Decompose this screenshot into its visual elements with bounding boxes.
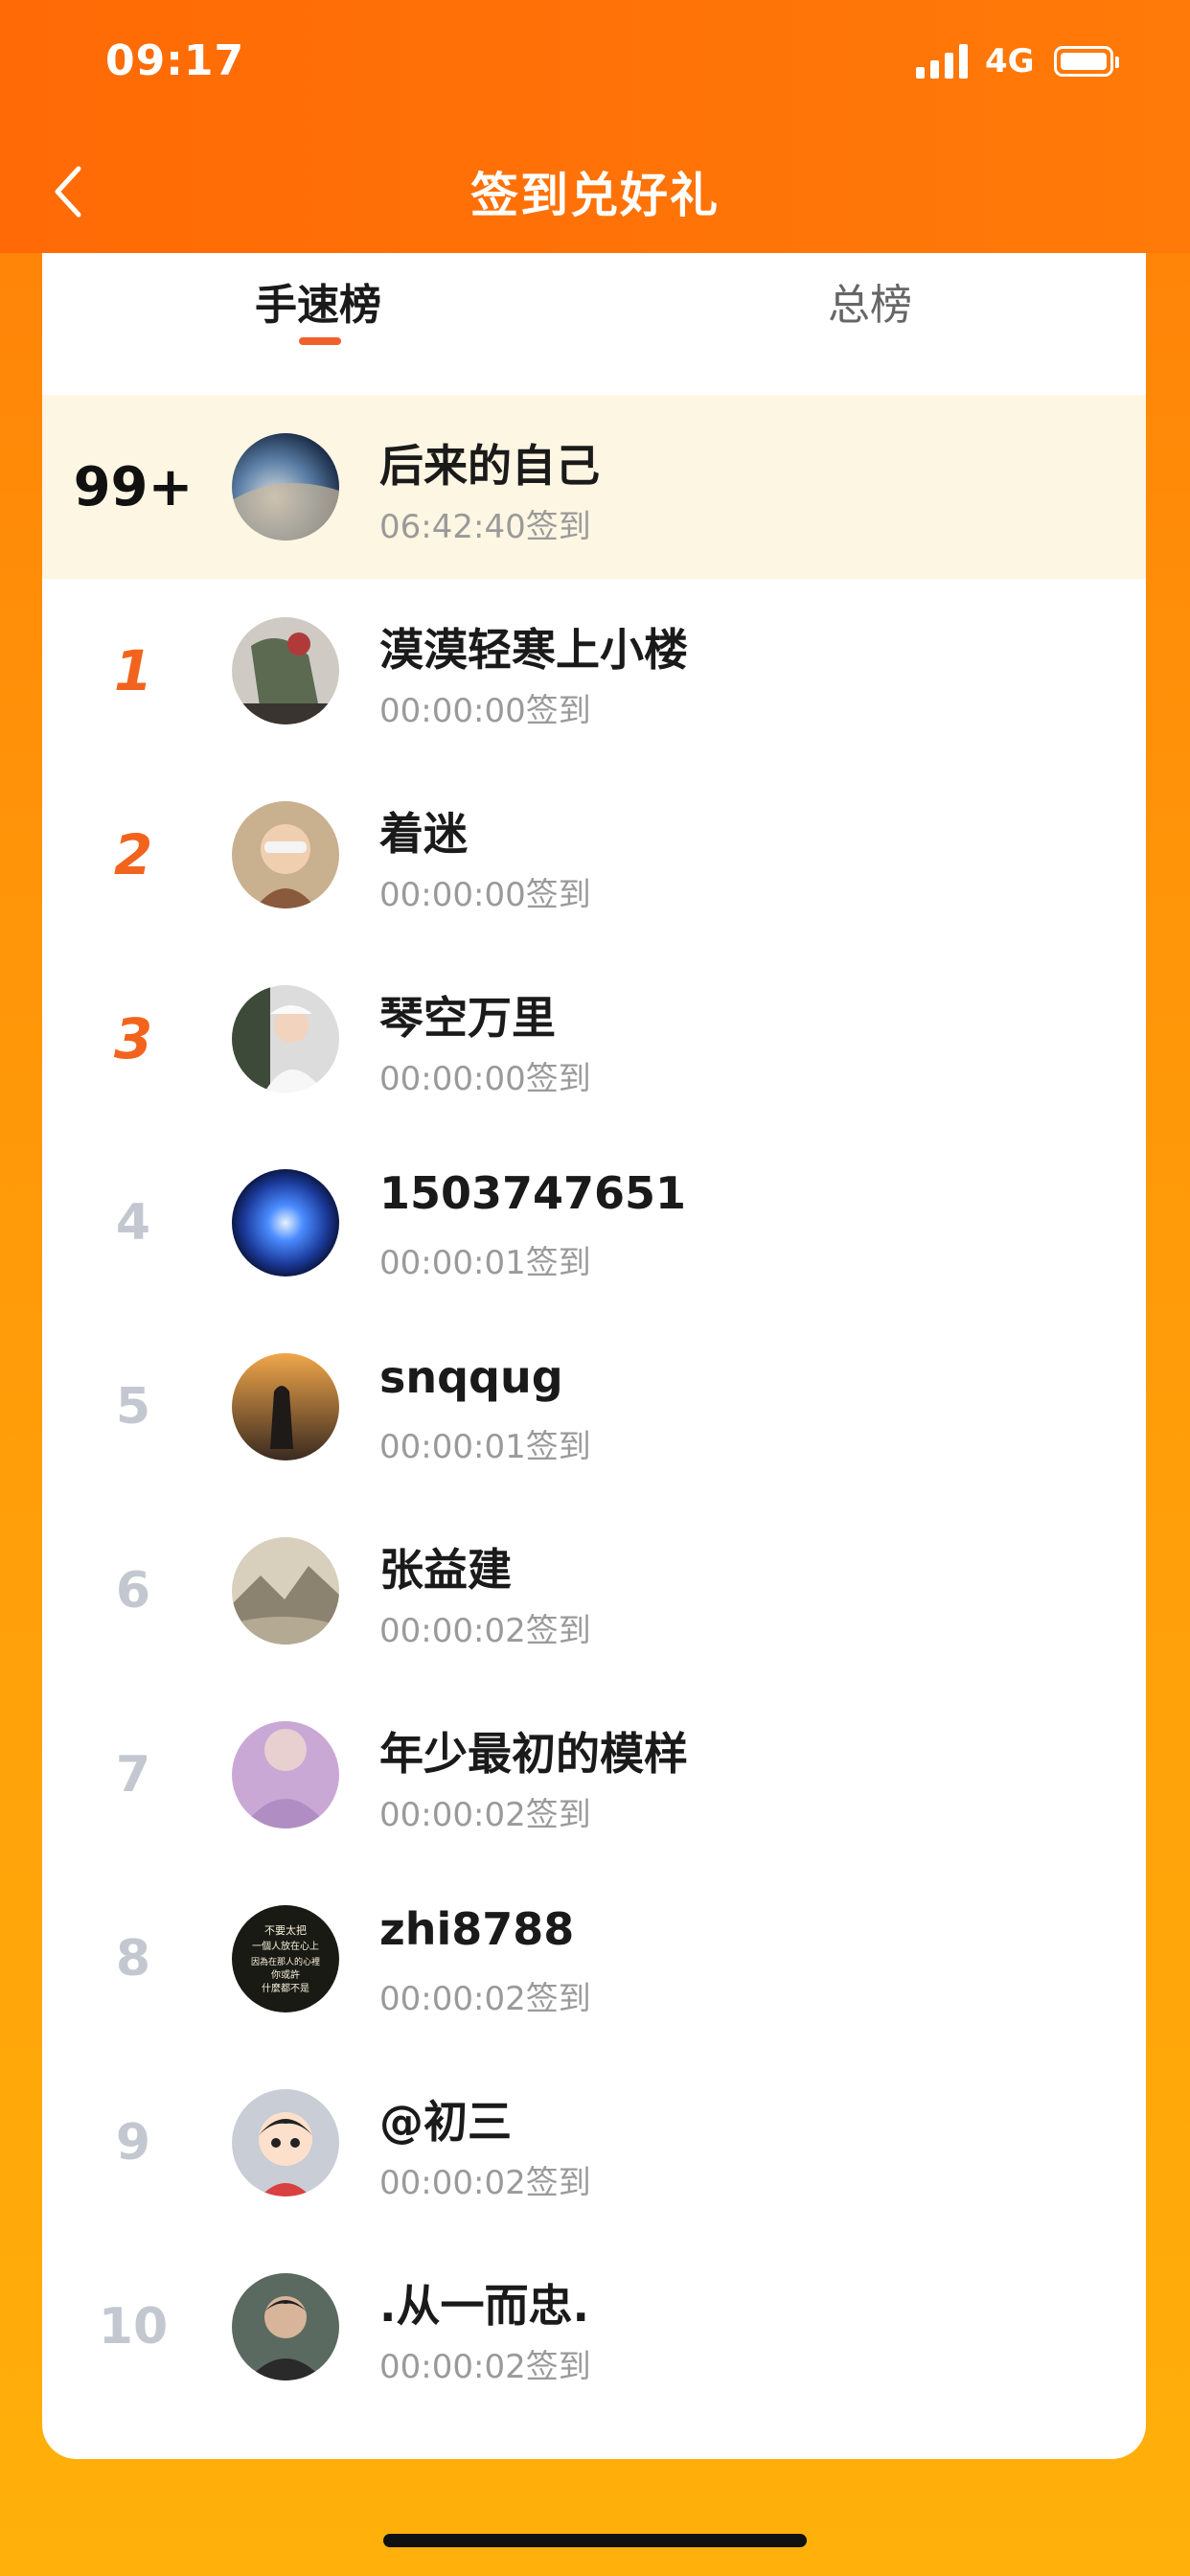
- user-name: @初三: [379, 2096, 512, 2148]
- signin-time: 00:00:02签到: [379, 2164, 591, 2202]
- avatar: [232, 2273, 339, 2380]
- home-indicator: [383, 2534, 807, 2547]
- tab-bar: 手速榜 总榜: [42, 253, 1146, 397]
- rank-number: 4: [115, 1194, 151, 1252]
- my-rank-row[interactable]: 99+ 后来的自己 06:42:40签到: [42, 395, 1146, 579]
- avatar: [232, 433, 339, 540]
- user-name: 琴空万里: [379, 992, 556, 1044]
- user-name: snqqug: [379, 1351, 563, 1403]
- rank-number: 5: [115, 1378, 151, 1436]
- signin-time: 00:00:01签到: [379, 1428, 591, 1466]
- avatar: [232, 1721, 339, 1828]
- list-item[interactable]: 6 张益建 00:00:02签到: [42, 1499, 1146, 1683]
- list-item[interactable]: 4 1503747651 00:00:01签到: [42, 1131, 1146, 1315]
- navigation-bar: 签到兑好礼: [0, 144, 1190, 240]
- active-tab-indicator: [299, 337, 341, 345]
- rank-number: 6: [115, 1562, 151, 1620]
- list-item[interactable]: 8 不要太把 一個人放在心上 因為在那人的心裡 你或許 什麼都不是 zhi878…: [42, 1867, 1146, 2051]
- tab-overall-ranking[interactable]: 总榜: [726, 270, 1014, 332]
- page-title: 签到兑好礼: [470, 168, 720, 223]
- battery-icon: [1054, 46, 1119, 77]
- avatar-text-line: 因為在那人的心裡: [251, 1956, 320, 1967]
- signin-time: 06:42:40签到: [379, 508, 591, 546]
- signin-time: 00:00:02签到: [379, 1796, 591, 1834]
- rank-number: 3: [113, 1006, 153, 1071]
- rank-number: 9: [115, 2114, 151, 2172]
- rank-number: 2: [113, 822, 153, 887]
- rank-number: 7: [115, 1746, 151, 1804]
- leaderboard-card: 手速榜 总榜 99+ 后来的自己 06:42:40签到 1 漠漠轻寒上小楼 00…: [42, 253, 1146, 2459]
- avatar: [232, 985, 339, 1092]
- avatar: [232, 801, 339, 908]
- network-type: 4G: [985, 42, 1035, 80]
- avatar: [232, 617, 339, 724]
- signin-time: 00:00:00签到: [379, 1060, 591, 1098]
- rank-number: 1: [113, 638, 153, 703]
- avatar: [232, 1537, 339, 1644]
- avatar: 不要太把 一個人放在心上 因為在那人的心裡 你或許 什麼都不是: [232, 1905, 339, 2012]
- avatar-text-line: 不要太把: [264, 1923, 307, 1937]
- user-name: 后来的自己: [379, 440, 600, 492]
- avatar: [232, 1353, 339, 1460]
- header-bar: 09:17 4G 签到兑好礼: [0, 0, 1190, 253]
- list-item[interactable]: 9 @初三 00:00:02签到: [42, 2051, 1146, 2235]
- list-item[interactable]: 7 年少最初的模样 00:00:02签到: [42, 1683, 1146, 1867]
- user-name: zhi8788: [379, 1903, 575, 1955]
- tab-speed-ranking[interactable]: 手速榜: [174, 270, 462, 332]
- signin-time: 00:00:00签到: [379, 692, 591, 730]
- avatar: [232, 2089, 339, 2196]
- list-item[interactable]: 3 琴空万里 00:00:00签到: [42, 947, 1146, 1131]
- signin-time: 00:00:02签到: [379, 1612, 591, 1650]
- status-bar: 09:17 4G: [0, 0, 1190, 134]
- list-item[interactable]: 10 .从一而忠. 00:00:02签到: [42, 2235, 1146, 2419]
- user-name: 着迷: [379, 808, 468, 860]
- avatar-text-line: 你或許: [271, 1968, 300, 1981]
- avatar-text-line: 一個人放在心上: [252, 1940, 319, 1952]
- list-item[interactable]: 2 着迷 00:00:00签到: [42, 763, 1146, 947]
- rank-number: 10: [98, 2298, 169, 2356]
- rank-number: 99+: [73, 455, 194, 518]
- user-name: 年少最初的模样: [379, 1728, 688, 1780]
- user-name: 1503747651: [379, 1167, 687, 1219]
- avatar: [232, 1169, 339, 1276]
- user-name: 张益建: [379, 1544, 512, 1596]
- user-name: 漠漠轻寒上小楼: [379, 624, 688, 676]
- signin-time: 00:00:02签到: [379, 1980, 591, 2018]
- signin-time: 00:00:00签到: [379, 876, 591, 914]
- signal-icon: [916, 44, 970, 79]
- list-item[interactable]: 1 漠漠轻寒上小楼 00:00:00签到: [42, 579, 1146, 763]
- signin-time: 00:00:01签到: [379, 1244, 591, 1282]
- list-item[interactable]: 5 snqqug 00:00:01签到: [42, 1315, 1146, 1499]
- avatar-text-line: 什麼都不是: [262, 1982, 309, 1994]
- rank-number: 8: [115, 1930, 151, 1988]
- user-name: .从一而忠.: [379, 2280, 589, 2332]
- signin-time: 00:00:02签到: [379, 2348, 591, 2386]
- status-time: 09:17: [105, 36, 245, 85]
